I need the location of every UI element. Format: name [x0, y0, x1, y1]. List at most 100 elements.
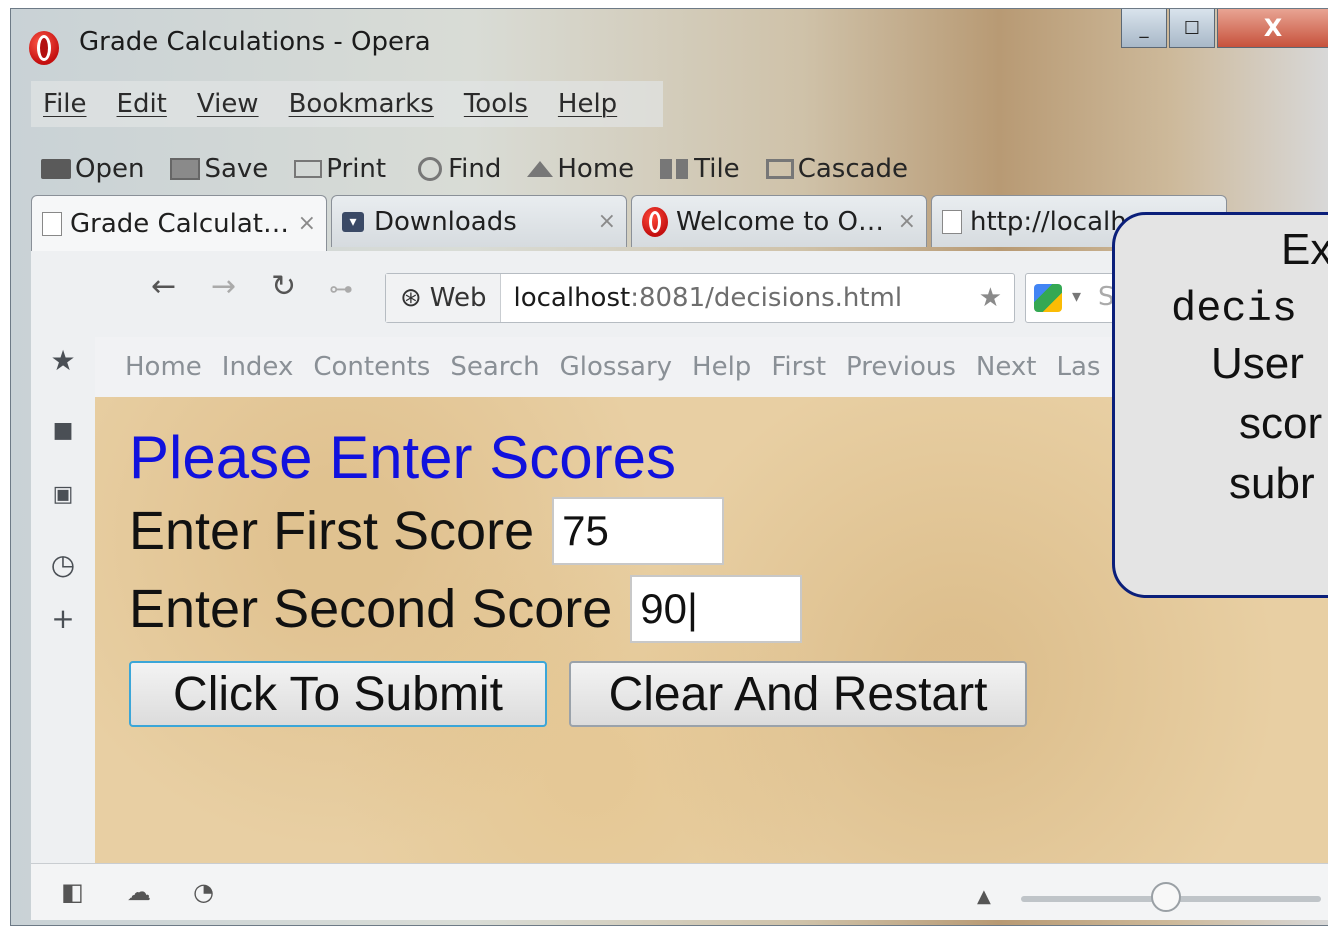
tab-welcome[interactable]: Welcome to O… ×: [631, 195, 927, 247]
sidebar: ★ ■ ▣ ◷ +: [31, 251, 96, 863]
tab-label: Grade Calculat…: [70, 208, 289, 239]
callout-title: Ex: [1281, 225, 1328, 274]
toolbar-print-button[interactable]: Print: [294, 154, 386, 184]
cascade-icon: [765, 159, 794, 179]
panel-toggle-icon[interactable]: ◧: [61, 878, 87, 906]
tab-close-icon[interactable]: ×: [590, 209, 616, 234]
page-icon: [942, 209, 962, 234]
submit-button[interactable]: Click To Submit: [129, 661, 547, 727]
tab-label: Downloads: [374, 206, 517, 237]
tab-label: Welcome to O…: [676, 206, 885, 237]
explanation-callout: Ex decis User scor subr: [1112, 212, 1328, 598]
tab-grade-calculations[interactable]: Grade Calculat… ×: [31, 195, 327, 251]
button-row: Click To Submit Clear And Restart: [129, 661, 1027, 727]
nav-help[interactable]: Help: [692, 352, 751, 382]
downloads-panel-icon[interactable]: ▣: [49, 481, 77, 509]
page-icon: [42, 211, 62, 236]
forward-icon[interactable]: →: [211, 269, 236, 304]
opera-icon: [642, 206, 668, 237]
callout-code: decis: [1171, 285, 1298, 333]
zoom-slider-handle[interactable]: [1151, 882, 1181, 912]
toolbar-home-button[interactable]: Home: [527, 154, 634, 184]
downloads-icon: ▾: [342, 211, 364, 232]
key-icon[interactable]: ⊶: [329, 275, 353, 303]
search-icon: [418, 157, 443, 181]
nav-first[interactable]: First: [771, 352, 826, 382]
web-badge[interactable]: ⊛ Web: [386, 274, 502, 322]
toolbar-tile-button[interactable]: Tile: [660, 154, 740, 184]
title-bar: Grade Calculations - Opera _ ☐ X: [11, 9, 1328, 79]
page-heading: Please Enter Scores: [129, 424, 676, 491]
first-score-input[interactable]: 75: [552, 497, 725, 565]
callout-line-1: User: [1211, 339, 1304, 388]
menu-help[interactable]: Help: [558, 89, 617, 119]
menu-edit[interactable]: Edit: [117, 89, 167, 119]
window-controls: _ ☐ X: [1119, 9, 1328, 49]
cloud-icon[interactable]: ☁: [127, 878, 153, 906]
toolbar-open-button[interactable]: Open: [41, 154, 144, 184]
history-clock-icon[interactable]: ◷: [49, 551, 77, 579]
url-field[interactable]: ⊛ Web localhost:8081/decisions.html ★: [385, 273, 1015, 323]
toolbar-tile-label: Tile: [694, 154, 740, 184]
maximize-button[interactable]: ☐: [1169, 9, 1215, 48]
reload-icon[interactable]: ↻: [271, 269, 296, 304]
toolbar-home-label: Home: [557, 154, 635, 184]
web-badge-label: Web: [429, 283, 487, 313]
zoom-menu-arrow-icon[interactable]: ▲: [977, 886, 991, 907]
bookmarks-star-icon[interactable]: ★: [49, 347, 77, 375]
globe-icon: ⊛: [400, 283, 422, 313]
menu-bar: File Edit View Bookmarks Tools Help: [31, 81, 663, 127]
window-title: Grade Calculations - Opera: [79, 27, 431, 57]
menu-file[interactable]: File: [43, 89, 87, 119]
toolbar-print-label: Print: [326, 154, 387, 184]
callout-line-3: subr: [1229, 459, 1315, 508]
tab-bar: Grade Calculat… × ▾ Downloads × Welcome …: [31, 195, 1231, 251]
bookmark-star-icon[interactable]: ★: [979, 283, 1002, 313]
second-score-input[interactable]: 90|: [630, 575, 803, 643]
url-host: localhost: [513, 283, 631, 313]
toolbar-cascade-label: Cascade: [797, 154, 909, 184]
toolbar-save-label: Save: [204, 154, 269, 184]
nav-previous[interactable]: Previous: [846, 352, 956, 382]
nav-glossary[interactable]: Glossary: [560, 352, 672, 382]
back-icon[interactable]: ←: [151, 269, 176, 304]
toolbar-save-button[interactable]: Save: [170, 154, 268, 184]
nav-search[interactable]: Search: [450, 352, 539, 382]
menu-bookmarks[interactable]: Bookmarks: [289, 89, 434, 119]
menu-tools[interactable]: Tools: [464, 89, 528, 119]
toolbar: Open Save Print Find Home Tile Cascade: [41, 147, 934, 191]
save-icon: [170, 158, 201, 180]
status-bar: ◧ ☁ ◔ ▲: [31, 863, 1328, 920]
tab-close-icon[interactable]: ×: [290, 211, 316, 236]
toolbar-cascade-button[interactable]: Cascade: [765, 154, 909, 184]
toolbar-find-button[interactable]: Find: [412, 154, 501, 184]
nav-home[interactable]: Home: [125, 352, 202, 382]
url-path: :8081/decisions.html: [630, 283, 903, 313]
tab-downloads[interactable]: ▾ Downloads ×: [331, 195, 627, 247]
menu-view[interactable]: View: [197, 89, 259, 119]
nav-last[interactable]: Las: [1057, 352, 1101, 382]
nav-next[interactable]: Next: [976, 352, 1037, 382]
first-score-label: Enter First Score: [129, 501, 535, 561]
nav-index[interactable]: Index: [222, 352, 294, 382]
speed-dial-icon[interactable]: ◔: [193, 878, 219, 906]
dropdown-arrow-icon[interactable]: ▾: [1072, 286, 1081, 307]
second-score-label: Enter Second Score: [129, 579, 613, 639]
toolbar-find-label: Find: [448, 154, 502, 184]
nav-contents[interactable]: Contents: [313, 352, 430, 382]
folder-icon: [41, 159, 71, 179]
toolbar-open-label: Open: [75, 154, 145, 184]
tile-icon: [660, 159, 691, 179]
close-button[interactable]: X: [1217, 9, 1328, 48]
print-icon: [294, 160, 323, 178]
minimize-button[interactable]: _: [1121, 9, 1167, 48]
clear-restart-button[interactable]: Clear And Restart: [569, 661, 1027, 727]
opera-logo-icon: [29, 31, 59, 65]
add-panel-icon[interactable]: +: [49, 605, 77, 633]
first-score-row: Enter First Score 75: [129, 497, 725, 565]
notes-icon[interactable]: ■: [49, 417, 77, 445]
tab-close-icon[interactable]: ×: [890, 209, 916, 234]
google-icon: [1034, 284, 1062, 312]
tab-label: http://localh: [970, 206, 1127, 237]
home-icon: [527, 161, 554, 177]
